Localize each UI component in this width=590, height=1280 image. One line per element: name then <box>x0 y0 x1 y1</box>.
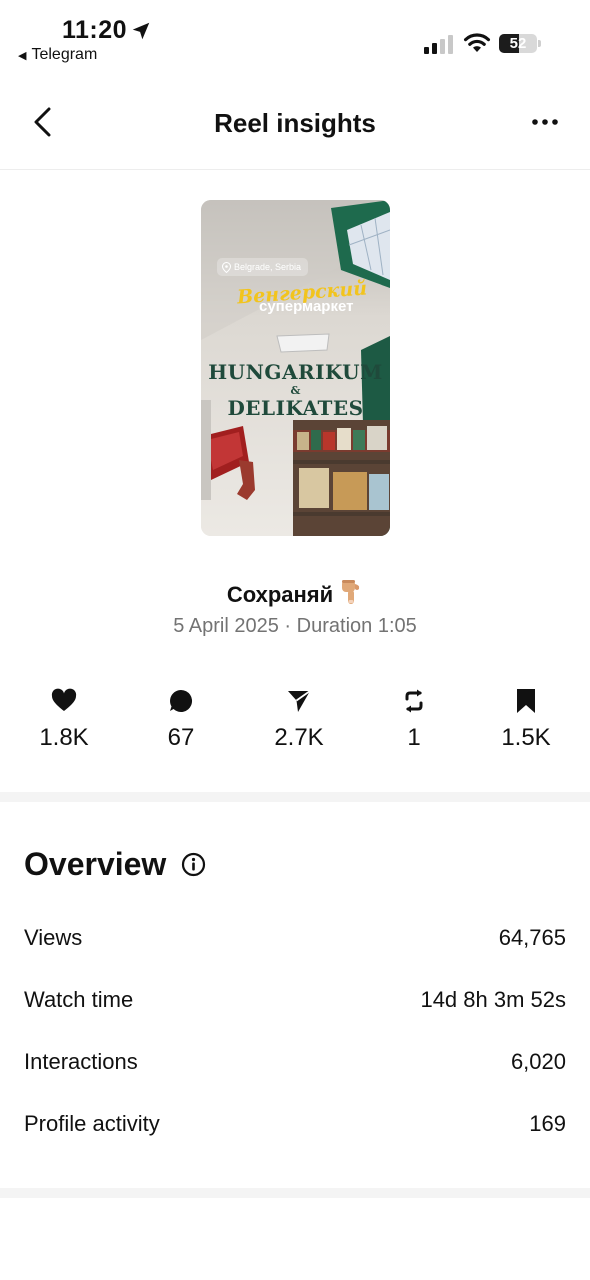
page-title: Reel insights <box>214 108 376 138</box>
location-text: Belgrade, Serbia <box>234 262 302 272</box>
profile-activity-value: 169 <box>529 1111 566 1136</box>
battery-percent: 52 <box>509 35 527 52</box>
status-time: 11:20 <box>62 16 128 44</box>
stat-reposts[interactable]: 1 <box>354 688 474 752</box>
reel-date: 5 April 2025 <box>173 615 279 637</box>
saves-count: 1.5K <box>501 724 551 751</box>
comment-icon <box>170 689 193 712</box>
store-sign-line2: DELIKATES <box>227 396 364 420</box>
reel-caption: Сохраняй <box>0 578 590 612</box>
overview-row-watch-time[interactable]: Watch time 14d 8h 3m 52s <box>24 980 566 1020</box>
back-triangle-icon: ◀ <box>18 49 27 62</box>
watch-time-label: Watch time <box>24 987 134 1012</box>
wifi-icon <box>464 33 490 52</box>
status-bar: 11:20 ◀ Telegram 52 <box>0 0 590 72</box>
caption-text: Сохраняй <box>226 582 334 607</box>
profile-activity-label: Profile activity <box>24 1111 160 1136</box>
overview-row-profile-activity[interactable]: Profile activity 169 <box>24 1104 566 1144</box>
duration-label: Duration <box>296 615 373 637</box>
bottom-divider <box>0 1188 590 1198</box>
reel-meta: 5 April 2025 · Duration 1:05 <box>0 615 590 638</box>
more-options-icon[interactable] <box>528 110 562 134</box>
views-value: 64,765 <box>498 925 566 950</box>
reel-thumbnail[interactable]: Belgrade, Serbia Венгерский супермаркет … <box>201 200 390 536</box>
back-app-label: Telegram <box>31 46 98 63</box>
section-divider <box>0 792 590 802</box>
stat-shares[interactable]: 2.7K <box>239 688 359 752</box>
heart-icon <box>51 688 77 711</box>
header-divider <box>0 169 590 170</box>
cellular-signal-icon <box>424 35 453 54</box>
overlay-text-white: супермаркет <box>259 298 354 315</box>
stat-comments[interactable]: 67 <box>121 688 241 752</box>
overview-row-views[interactable]: Views 64,765 <box>24 918 566 958</box>
repost-icon <box>405 689 423 713</box>
info-icon[interactable] <box>181 852 206 877</box>
shares-count: 2.7K <box>274 724 324 751</box>
interactions-value: 6,020 <box>510 1049 566 1074</box>
share-icon <box>288 690 311 712</box>
meta-separator: · <box>284 615 292 637</box>
stat-likes[interactable]: 1.8K <box>4 688 124 752</box>
overview-title: Overview <box>24 846 167 882</box>
hand-pointing-down-emoji <box>339 578 363 612</box>
bookmark-icon <box>517 689 535 713</box>
location-pin-icon <box>222 261 231 273</box>
comments-count: 67 <box>167 724 195 751</box>
store-sign-line1: HUNGARIKUM <box>208 360 383 384</box>
overview-row-interactions[interactable]: Interactions 6,020 <box>24 1042 566 1082</box>
likes-count: 1.8K <box>39 724 89 751</box>
header: Reel insights <box>0 88 590 158</box>
reposts-count: 1 <box>407 724 421 751</box>
location-arrow-icon <box>132 22 150 40</box>
watch-time-value: 14d 8h 3m 52s <box>420 987 566 1012</box>
interactions-label: Interactions <box>24 1049 138 1074</box>
back-to-app-link[interactable]: ◀ Telegram <box>18 46 97 64</box>
views-label: Views <box>24 925 83 950</box>
location-tag: Belgrade, Serbia <box>217 258 309 276</box>
engagement-stats: 1.8K 67 2.7K 1 1.5K <box>0 688 590 758</box>
reel-duration: 1:05 <box>377 615 417 637</box>
stat-saves[interactable]: 1.5K <box>466 688 586 752</box>
battery-indicator: 52 <box>499 34 541 53</box>
